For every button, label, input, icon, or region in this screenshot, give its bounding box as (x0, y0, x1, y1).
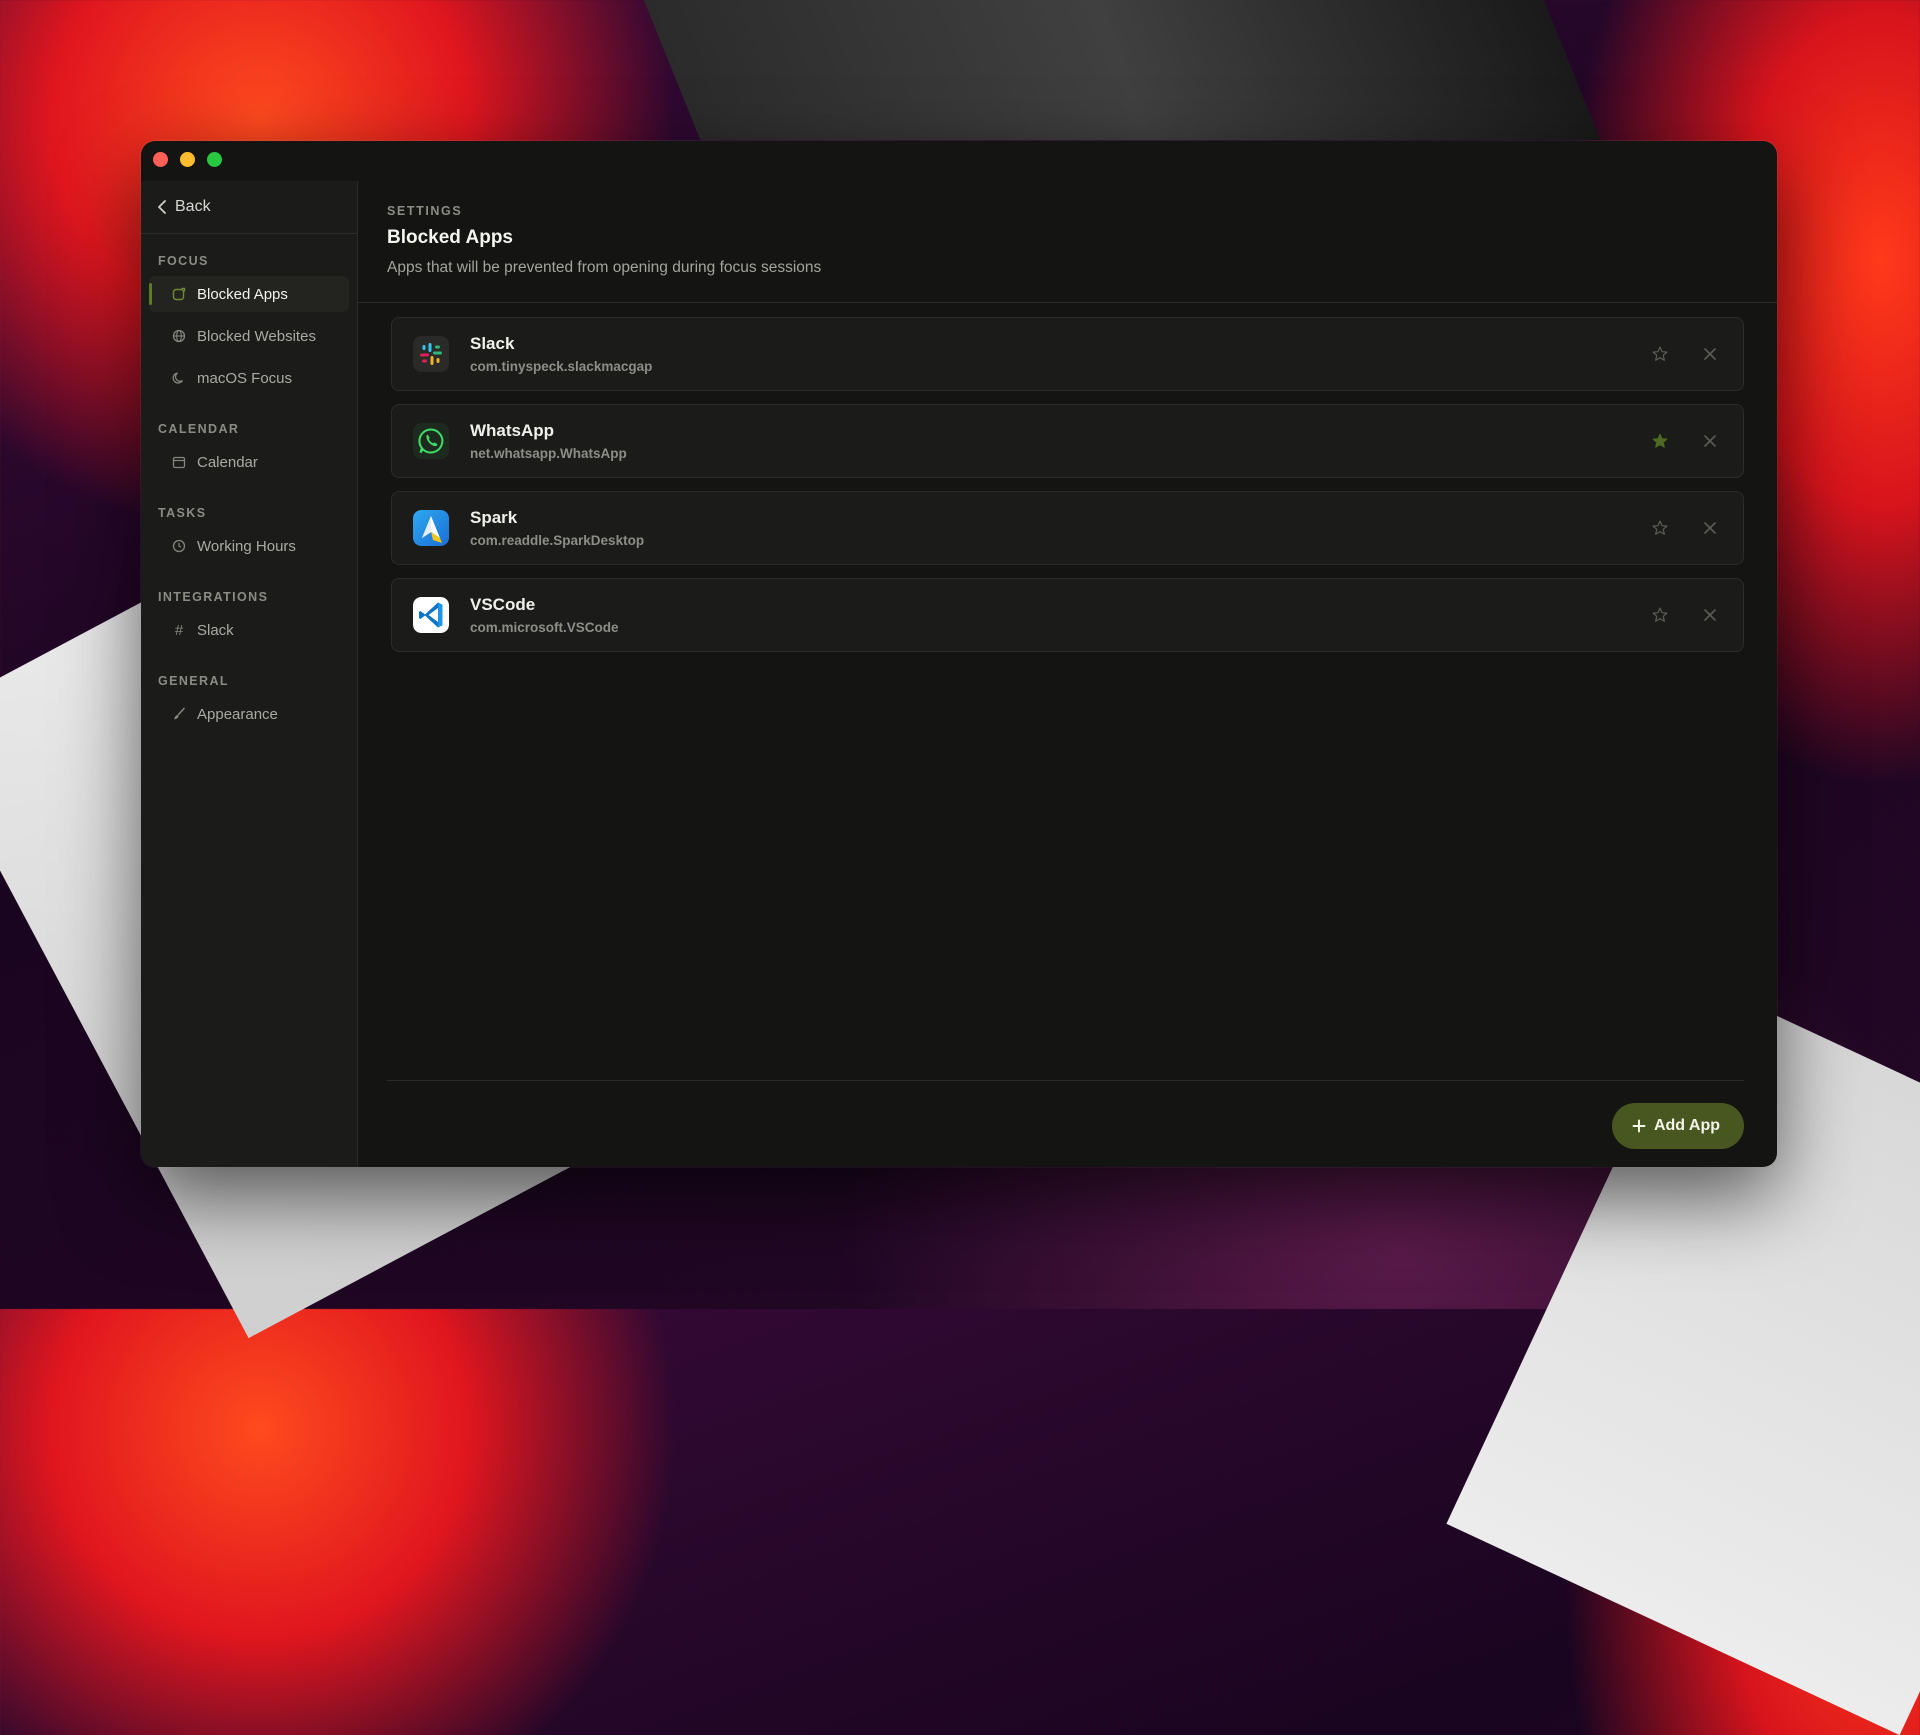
spark-logo-icon (413, 510, 449, 546)
remove-app-button[interactable] (1699, 517, 1721, 539)
hash-icon: # (174, 621, 184, 639)
app-row-slack: Slack com.tinyspeck.slackmacgap (391, 317, 1744, 391)
footer-divider (387, 1080, 1744, 1081)
page-header: SETTINGS Blocked Apps Apps that will be … (358, 181, 1777, 303)
remove-app-button[interactable] (1699, 430, 1721, 452)
app-row-vscode: VSCode com.microsoft.VSCode (391, 578, 1744, 652)
sidebar-item-slack[interactable]: # Slack (149, 612, 349, 648)
page-title: Blocked Apps (387, 227, 513, 248)
page-subtitle: Apps that will be prevented from opening… (387, 259, 822, 276)
page-eyebrow: SETTINGS (387, 204, 463, 218)
sidebar-item-label: Working Hours (197, 537, 296, 555)
sidebar: Back FOCUS Blocked Apps Blocked Websites (141, 181, 358, 1167)
sidebar-section-integrations: INTEGRATIONS # Slack (141, 570, 357, 648)
section-title: GENERAL (158, 674, 229, 688)
star-icon[interactable] (1649, 343, 1671, 365)
plus-icon (1632, 1119, 1646, 1133)
whatsapp-logo-icon (413, 423, 449, 459)
remove-app-button[interactable] (1699, 343, 1721, 365)
clock-icon (171, 538, 187, 554)
app-icon (171, 286, 187, 302)
remove-app-button[interactable] (1699, 604, 1721, 626)
settings-window: Back FOCUS Blocked Apps Blocked Websites (141, 141, 1777, 1167)
sidebar-section-tasks: TASKS Working Hours (141, 486, 357, 564)
sidebar-item-label: Blocked Websites (197, 327, 316, 345)
sidebar-section-calendar: CALENDAR Calendar (141, 402, 357, 480)
slack-logo-icon (413, 336, 449, 372)
paintbrush-icon (171, 706, 187, 722)
app-row-whatsapp: WhatsApp net.whatsapp.WhatsApp (391, 404, 1744, 478)
app-name: Spark (470, 508, 518, 527)
app-name: Slack (470, 334, 515, 353)
app-bundle-id: com.tinyspeck.slackmacgap (470, 359, 653, 374)
sidebar-section-general: GENERAL Appearance (141, 654, 357, 732)
app-bundle-id: com.microsoft.VSCode (470, 620, 619, 635)
main-content: SETTINGS Blocked Apps Apps that will be … (358, 181, 1777, 1167)
sidebar-item-label: macOS Focus (197, 369, 293, 387)
app-name: VSCode (470, 595, 536, 614)
close-window-button[interactable] (153, 152, 168, 167)
section-title: INTEGRATIONS (158, 590, 269, 604)
sidebar-item-appearance[interactable]: Appearance (149, 696, 349, 732)
app-row-spark: Spark com.readdle.SparkDesktop (391, 491, 1744, 565)
app-bundle-id: net.whatsapp.WhatsApp (470, 446, 627, 461)
row-actions (1649, 318, 1721, 390)
section-title: FOCUS (158, 254, 209, 268)
vscode-logo-icon (413, 597, 449, 633)
chevron-left-icon (158, 200, 166, 214)
add-app-label: Add App (1653, 1117, 1720, 1134)
row-actions (1649, 579, 1721, 651)
calendar-icon (171, 454, 187, 470)
section-title: TASKS (158, 506, 207, 520)
minimize-window-button[interactable] (180, 152, 195, 167)
maximize-window-button[interactable] (207, 152, 222, 167)
wallpaper-shape (619, 0, 1601, 140)
back-label: Back (175, 198, 211, 215)
back-button[interactable]: Back (141, 181, 357, 234)
moon-icon (171, 370, 187, 386)
sidebar-item-working-hours[interactable]: Working Hours (149, 528, 349, 564)
row-actions (1649, 405, 1721, 477)
app-bundle-id: com.readdle.SparkDesktop (470, 533, 645, 548)
sidebar-item-label: Slack (197, 621, 234, 639)
star-icon[interactable] (1649, 604, 1671, 626)
sidebar-item-macos-focus[interactable]: macOS Focus (149, 360, 349, 396)
sidebar-item-calendar[interactable]: Calendar (149, 444, 349, 480)
sidebar-item-label: Blocked Apps (197, 285, 288, 303)
sidebar-section-focus: FOCUS Blocked Apps Blocked Websites macO… (141, 234, 357, 396)
sidebar-item-blocked-apps[interactable]: Blocked Apps (149, 276, 349, 312)
star-filled-icon[interactable] (1649, 430, 1671, 452)
blocked-apps-list: Slack com.tinyspeck.slackmacgap WhatsApp… (391, 317, 1744, 665)
star-icon[interactable] (1649, 517, 1671, 539)
sidebar-item-blocked-websites[interactable]: Blocked Websites (149, 318, 349, 354)
app-name: WhatsApp (470, 421, 555, 440)
add-app-button[interactable]: Add App (1611, 1103, 1744, 1149)
sidebar-item-label: Calendar (197, 453, 258, 471)
globe-icon (171, 328, 187, 344)
window-controls (153, 152, 222, 167)
row-actions (1649, 492, 1721, 564)
sidebar-item-label: Appearance (197, 705, 278, 723)
section-title: CALENDAR (158, 422, 240, 436)
